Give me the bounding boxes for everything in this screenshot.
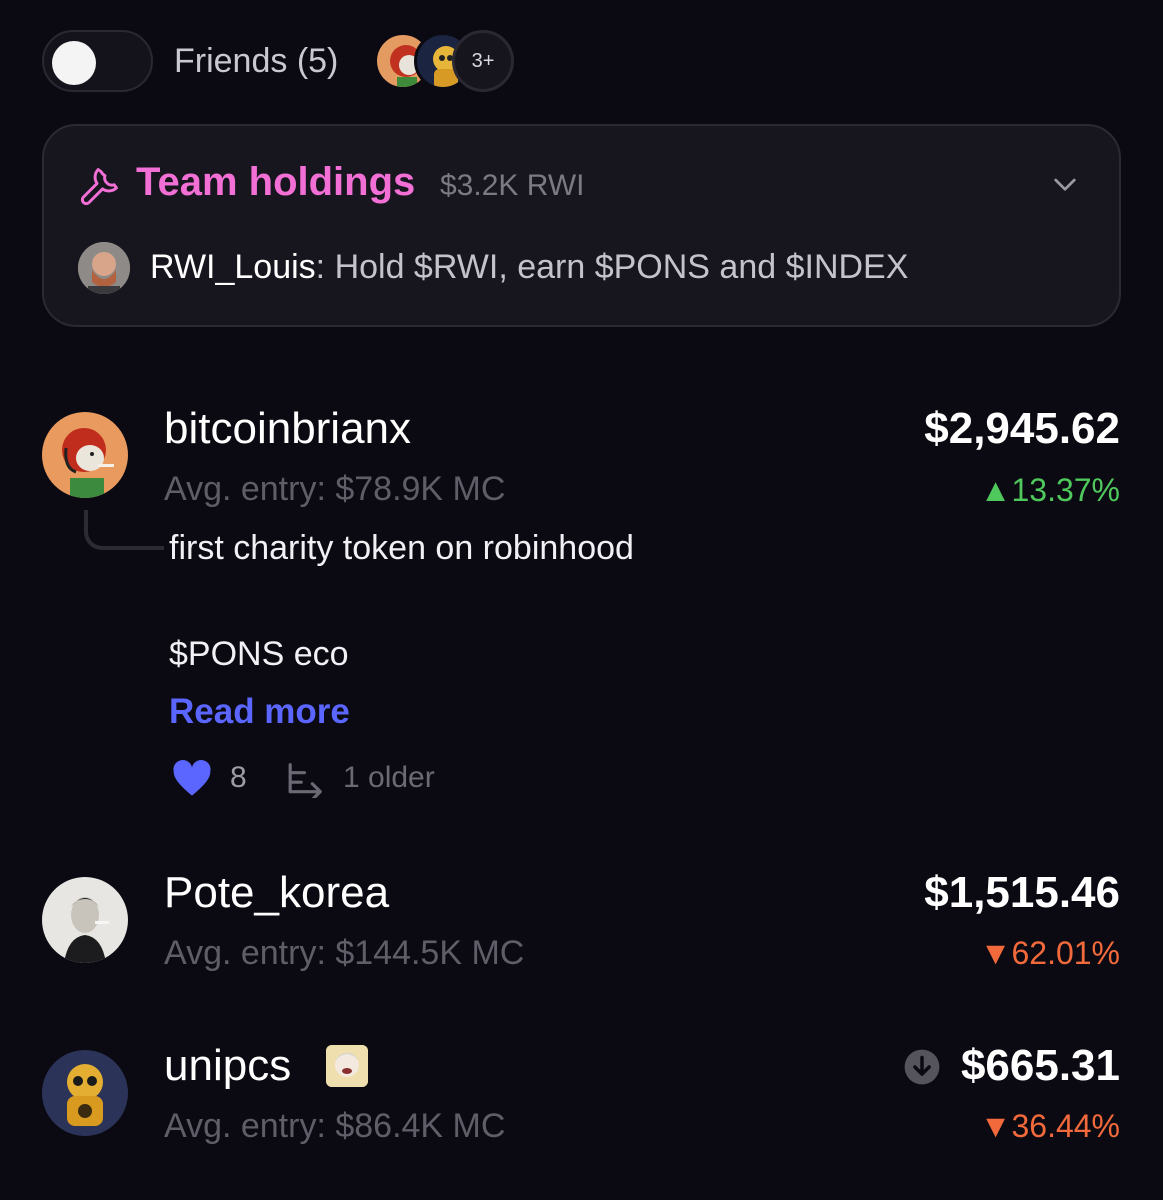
holder-value: $1,515.46 <box>924 868 1120 917</box>
avatar-art <box>42 412 128 498</box>
holder-change: ▼62.01% <box>979 935 1120 971</box>
avatar[interactable] <box>42 412 128 498</box>
wrench-icon <box>80 168 118 206</box>
holder-avg-entry: Avg. entry: $86.4K MC <box>164 1107 506 1145</box>
team-holdings-message: RWI_Louis: Hold $RWI, earn $PONS and $IN… <box>150 248 908 287</box>
chevron-down-icon[interactable] <box>1049 168 1081 200</box>
team-message-text: : Hold $RWI, earn $PONS and $INDEX <box>315 248 909 286</box>
holder-avg-entry: Avg. entry: $78.9K MC <box>164 470 506 508</box>
holder-value: $2,945.62 <box>924 404 1120 453</box>
badge-avatar-art <box>326 1045 368 1087</box>
holder-name[interactable]: Pote_korea <box>164 868 389 918</box>
avatar[interactable] <box>42 877 128 963</box>
holder-change: ▼36.44% <box>979 1108 1120 1144</box>
like-count: 8 <box>230 761 247 794</box>
avatar-art <box>42 877 128 963</box>
read-more-link[interactable]: Read more <box>169 692 350 732</box>
avatar-art <box>42 1050 128 1136</box>
comment-text: $PONS eco <box>169 635 349 673</box>
heart-icon[interactable] <box>172 760 212 798</box>
thread-icon <box>288 763 322 798</box>
team-author-name[interactable]: RWI_Louis <box>150 248 316 286</box>
arrow-down-circle-icon[interactable] <box>903 1048 941 1086</box>
avatar-art <box>78 242 130 294</box>
avatar[interactable] <box>78 242 130 294</box>
friends-row: Friends (5) 3+ <box>42 28 542 94</box>
friends-more-badge[interactable]: 3+ <box>452 30 514 92</box>
older-comments-link[interactable]: 1 older <box>343 761 435 795</box>
friends-toggle[interactable] <box>42 30 153 92</box>
toggle-knob <box>52 41 96 85</box>
holder-change: ▲13.37% <box>979 472 1120 508</box>
friends-label: Friends (5) <box>174 42 339 80</box>
comment-connector <box>84 510 164 550</box>
avatar[interactable] <box>42 1050 128 1136</box>
holder-name[interactable]: unipcs <box>164 1041 291 1091</box>
comment-text: first charity token on robinhood <box>169 529 634 567</box>
holder-badge-avatar <box>326 1045 368 1087</box>
team-holdings-amount: $3.2K RWI <box>440 169 585 202</box>
holder-avg-entry: Avg. entry: $144.5K MC <box>164 934 525 972</box>
holder-value: $665.31 <box>960 1041 1120 1090</box>
holder-name[interactable]: bitcoinbrianx <box>164 404 411 454</box>
team-holdings-title: Team holdings <box>136 160 416 204</box>
team-holdings-card[interactable]: Team holdings $3.2K RWI RWI_Louis: Hold … <box>42 124 1121 327</box>
